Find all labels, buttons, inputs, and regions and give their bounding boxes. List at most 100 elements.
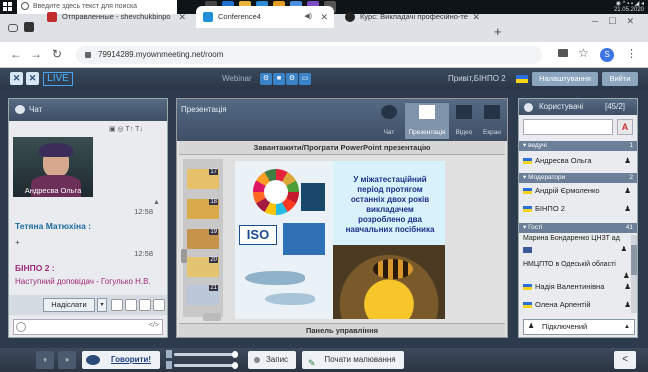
slider-knob[interactable] [232, 351, 238, 358]
user-row[interactable]: Олена Арпентій ♟ [523, 299, 631, 311]
mode-video[interactable]: Відео [451, 103, 477, 139]
group-header-hosts[interactable]: ▾ ведучі 1 [519, 141, 637, 151]
mic-slider[interactable] [174, 362, 238, 369]
chat-send-bar: Надіслати ▾ [9, 295, 167, 315]
live-badge: LIVE [43, 72, 73, 86]
tab-search-icon[interactable] [8, 24, 18, 32]
exit-button[interactable]: Вийти [602, 72, 638, 86]
pinned-tab-icon[interactable] [24, 22, 34, 32]
volume-slider[interactable] [174, 351, 238, 358]
settings-gear-icon[interactable]: ⚙ [260, 73, 272, 85]
attach-icon[interactable] [111, 299, 123, 311]
participant-hair [39, 143, 73, 157]
user-row[interactable]: Надія Валентинівна ♟ [523, 281, 631, 293]
ukraine-flag-icon [516, 75, 528, 83]
ukraine-flag-icon [523, 188, 532, 194]
text-format-icon[interactable]: A [617, 119, 633, 135]
start-drawing-button[interactable]: ✎ Почати малювання [302, 351, 404, 369]
microphone-icon[interactable]: ♦ [36, 351, 54, 369]
window-controls[interactable]: ─☐✕ [592, 16, 644, 27]
mic-settings-icon[interactable]: ● [58, 351, 76, 369]
user-name: Андресва Ольга [535, 156, 592, 165]
user-row[interactable]: Андресва Ольга ♟ [523, 155, 635, 167]
scrollbar-thumb[interactable] [631, 245, 637, 275]
tab-conference[interactable]: Conference4 ◀︎) ✕ [196, 6, 334, 28]
slider-knob[interactable] [232, 362, 238, 369]
user-row[interactable]: НМЦПТО в Одеській області [523, 259, 631, 271]
user-name: Надія Валентинівна [535, 282, 605, 291]
user-search-input[interactable] [523, 119, 613, 135]
cast-icon[interactable] [558, 49, 568, 57]
slide-thumb[interactable]: 20 [187, 257, 219, 277]
chat-header: Чат [9, 99, 167, 121]
close-icon[interactable]: ✕ [178, 6, 186, 28]
upload-powerpoint-bar[interactable]: Завантажити/Програти PowerPoint презента… [179, 141, 505, 155]
tab-course[interactable]: Курс: Викладачі професійно-те ✕ [338, 6, 486, 28]
record-button[interactable]: Запис [248, 351, 296, 369]
screen-tool-icon[interactable]: ▭ [299, 73, 311, 85]
chat-format-tools[interactable]: ▣ ◎ T↑ T↓ [109, 125, 143, 133]
group-name: Гості [528, 224, 543, 231]
scroll-up-icon[interactable]: ▲ [153, 199, 160, 206]
url-text: 79914289.myownmeeting.net/room [98, 50, 224, 59]
slide-thumbnails[interactable]: 17 18 19 20 21 [183, 159, 223, 317]
url-input[interactable]: 79914289.myownmeeting.net/room [76, 46, 542, 64]
control-panel-bar[interactable]: Панель управління [179, 323, 505, 337]
iso-book-cover [283, 223, 325, 255]
talk-button[interactable]: Говорити! [82, 351, 160, 369]
tab-gmail[interactable]: Отправленные - shevchukbinpo ✕ [40, 6, 192, 28]
windows-start-icon[interactable] [2, 1, 14, 13]
slide-thumb[interactable]: 18 [187, 199, 219, 219]
new-tab-button[interactable]: + [494, 24, 502, 39]
gmail-favicon [47, 12, 57, 22]
group-name: Модератори [528, 174, 566, 181]
group-header-moderators[interactable]: ▾ Модератори 2 [519, 173, 637, 183]
reload-icon[interactable]: ↻ [52, 47, 62, 61]
back-icon[interactable]: ← [10, 47, 22, 61]
mode-screen[interactable]: Екран [479, 103, 505, 139]
ukraine-flag-icon [523, 206, 532, 212]
mode-chat[interactable]: Чат [375, 103, 403, 139]
presentation-header: Презентація Чат Презентація Відео Екран [177, 99, 507, 141]
user-row[interactable]: Андрій Єрмоленко ♟ [523, 185, 635, 197]
users-title: Користувачі [539, 102, 584, 111]
menu-dots-icon[interactable]: ⋮ [626, 47, 637, 60]
code-icon[interactable]: </> [149, 322, 159, 329]
send-dropdown-icon[interactable]: ▾ [97, 298, 107, 312]
layout-icon-1[interactable]: ✕ [10, 72, 23, 85]
users-panel: Користувачі [45/2] A ▾ ведучі 1 Андресва … [518, 98, 638, 338]
emoji-icon[interactable] [16, 322, 26, 332]
slide-thumb[interactable]: 19 [187, 229, 219, 249]
lock-tool-icon[interactable]: ■ [273, 73, 285, 85]
thumbnail-nav[interactable] [203, 313, 221, 321]
group-header-guests[interactable]: ▾ Гості 41 [519, 223, 637, 233]
gear-tool-icon[interactable]: ⚙ [286, 73, 298, 85]
lock-chat-icon[interactable] [153, 299, 165, 311]
close-icon[interactable]: ✕ [320, 6, 328, 28]
layout-icon-2[interactable]: ✕ [26, 72, 39, 85]
screen-mode-icon [484, 105, 500, 119]
user-name: Марина Бондаренко ЦНЗТ ад [523, 235, 620, 242]
webcam-video[interactable]: Андресва Ольга [13, 137, 93, 197]
pen-icon[interactable] [125, 299, 137, 311]
star-icon[interactable]: ☆ [578, 46, 589, 60]
user-row[interactable]: Марина Бондаренко ЦНЗТ ад [523, 233, 631, 245]
conference-favicon [203, 12, 213, 22]
settings-button[interactable]: Налаштування [532, 72, 598, 86]
user-row[interactable]: БІНПО 2 ♟ [523, 203, 635, 215]
image-icon[interactable] [139, 299, 151, 311]
users-scrollbar[interactable] [631, 235, 637, 313]
slide-thumb[interactable]: 17 [187, 169, 219, 189]
fish-illustration [265, 293, 315, 305]
status-dropdown[interactable]: ♟ Підключений ▲ [523, 319, 635, 335]
send-button[interactable]: Надіслати [43, 298, 95, 312]
share-icon[interactable]: < [614, 351, 636, 369]
profile-avatar[interactable]: S [600, 48, 614, 62]
close-icon[interactable]: ✕ [472, 6, 480, 28]
forward-icon[interactable]: → [30, 47, 42, 61]
slide-thumb[interactable]: 21 [187, 285, 219, 305]
person-icon: ♟ [528, 323, 535, 330]
chat-input[interactable]: </> [13, 319, 163, 335]
mode-presentation[interactable]: Презентація [405, 103, 449, 139]
thumbnail-scrollbar[interactable] [181, 249, 187, 263]
